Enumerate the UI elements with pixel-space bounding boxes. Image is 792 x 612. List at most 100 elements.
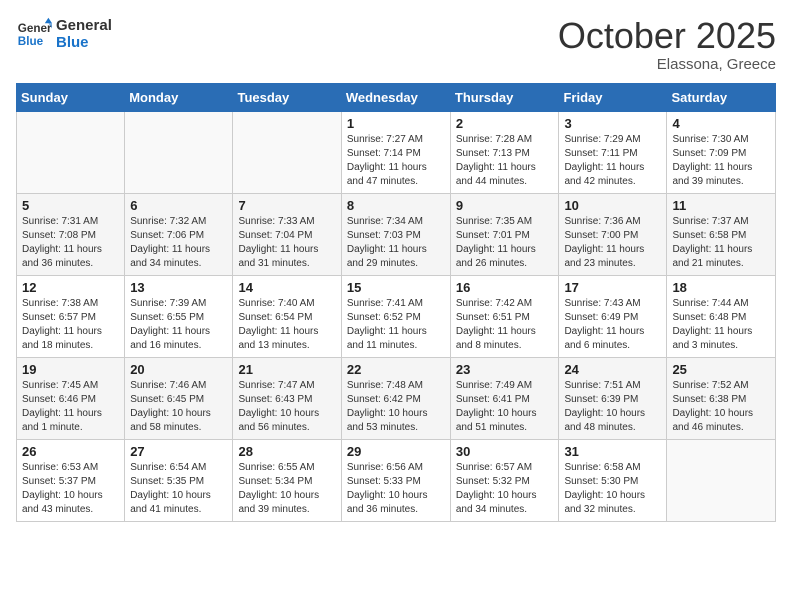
- calendar-day-cell: 24Sunrise: 7:51 AM Sunset: 6:39 PM Dayli…: [559, 357, 667, 439]
- weekday-header: Wednesday: [341, 83, 450, 111]
- day-info: Sunrise: 7:27 AM Sunset: 7:14 PM Dayligh…: [347, 133, 445, 189]
- calendar-day-cell: 29 Sunrise: 6:56 AM Sunset: 5:33 PM Dayli…: [341, 439, 450, 521]
- calendar-week-row: 1 Sunrise: 7:27 AM Sunset: 7:14 PM Daylig…: [17, 111, 776, 193]
- calendar-day-cell: 18Sunrise: 7:44 AM Sunset: 6:48 PM Dayli…: [667, 275, 776, 357]
- calendar-day-cell: [667, 439, 776, 521]
- day-number: 2: [456, 116, 554, 131]
- svg-text:Blue: Blue: [18, 35, 44, 48]
- day-info: Sunrise: 7:46 AM Sunset: 6:45 PM Dayligh…: [130, 379, 227, 435]
- calendar-day-cell: 30 Sunrise: 6:57 AM Sunset: 5:32 PM Dayli…: [450, 439, 559, 521]
- calendar-day-cell: 4 Sunrise: 7:30 AM Sunset: 7:09 PM Daylig…: [667, 111, 776, 193]
- day-info: Sunrise: 7:40 AM Sunset: 6:54 PM Dayligh…: [238, 297, 335, 353]
- day-number: 28: [238, 444, 335, 459]
- day-number: 22: [347, 362, 445, 377]
- day-info: Sunrise: 7:36 AM Sunset: 7:00 PM Dayligh…: [564, 215, 661, 271]
- day-number: 29: [347, 444, 445, 459]
- day-info: Sunrise: 7:30 AM Sunset: 7:09 PM Dayligh…: [672, 133, 770, 189]
- weekday-header: Monday: [125, 83, 233, 111]
- calendar-day-cell: 16Sunrise: 7:42 AM Sunset: 6:51 PM Dayli…: [450, 275, 559, 357]
- day-number: 27: [130, 444, 227, 459]
- day-number: 17: [564, 280, 661, 295]
- day-info: Sunrise: 6:55 AM Sunset: 5:34 PM Dayligh…: [238, 461, 335, 517]
- logo-general: General: [56, 17, 112, 34]
- calendar-header-row: SundayMondayTuesdayWednesdayThursdayFrid…: [17, 83, 776, 111]
- calendar-day-cell: 7 Sunrise: 7:33 AM Sunset: 7:04 PM Daylig…: [233, 193, 341, 275]
- calendar-day-cell: 6 Sunrise: 7:32 AM Sunset: 7:06 PM Daylig…: [125, 193, 233, 275]
- calendar-day-cell: 2 Sunrise: 7:28 AM Sunset: 7:13 PM Daylig…: [450, 111, 559, 193]
- day-number: 19: [22, 362, 119, 377]
- day-info: Sunrise: 7:44 AM Sunset: 6:48 PM Dayligh…: [672, 297, 770, 353]
- day-info: Sunrise: 7:28 AM Sunset: 7:13 PM Dayligh…: [456, 133, 554, 189]
- calendar-day-cell: 1 Sunrise: 7:27 AM Sunset: 7:14 PM Daylig…: [341, 111, 450, 193]
- day-info: Sunrise: 7:39 AM Sunset: 6:55 PM Dayligh…: [130, 297, 227, 353]
- day-number: 14: [238, 280, 335, 295]
- day-info: Sunrise: 7:37 AM Sunset: 6:58 PM Dayligh…: [672, 215, 770, 271]
- calendar-day-cell: 21 Sunrise: 7:47 AM Sunset: 6:43 PM Dayli…: [233, 357, 341, 439]
- day-number: 11: [672, 198, 770, 213]
- calendar-day-cell: 26Sunrise: 6:53 AM Sunset: 5:37 PM Dayli…: [17, 439, 125, 521]
- page-header: General Blue General Blue October 2025 E…: [16, 16, 776, 73]
- calendar-day-cell: 5 Sunrise: 7:31 AM Sunset: 7:08 PM Daylig…: [17, 193, 125, 275]
- calendar-day-cell: 15 Sunrise: 7:41 AM Sunset: 6:52 PM Dayli…: [341, 275, 450, 357]
- day-info: Sunrise: 7:41 AM Sunset: 6:52 PM Dayligh…: [347, 297, 445, 353]
- logo-icon: General Blue: [16, 16, 52, 52]
- day-number: 12: [22, 280, 119, 295]
- calendar-day-cell: 31Sunrise: 6:58 AM Sunset: 5:30 PM Dayli…: [559, 439, 667, 521]
- day-number: 10: [564, 198, 661, 213]
- day-info: Sunrise: 7:48 AM Sunset: 6:42 PM Dayligh…: [347, 379, 445, 435]
- logo-blue: Blue: [56, 34, 112, 51]
- calendar-day-cell: 11 Sunrise: 7:37 AM Sunset: 6:58 PM Dayli…: [667, 193, 776, 275]
- calendar-day-cell: 9 Sunrise: 7:35 AM Sunset: 7:01 PM Daylig…: [450, 193, 559, 275]
- day-number: 9: [456, 198, 554, 213]
- calendar-day-cell: [233, 111, 341, 193]
- day-info: Sunrise: 6:56 AM Sunset: 5:33 PM Dayligh…: [347, 461, 445, 517]
- calendar-day-cell: 10 Sunrise: 7:36 AM Sunset: 7:00 PM Dayli…: [559, 193, 667, 275]
- weekday-header: Saturday: [667, 83, 776, 111]
- day-number: 7: [238, 198, 335, 213]
- calendar-day-cell: 22 Sunrise: 7:48 AM Sunset: 6:42 PM Dayli…: [341, 357, 450, 439]
- day-info: Sunrise: 6:54 AM Sunset: 5:35 PM Dayligh…: [130, 461, 227, 517]
- calendar-day-cell: 3Sunrise: 7:29 AM Sunset: 7:11 PM Daylig…: [559, 111, 667, 193]
- day-number: 21: [238, 362, 335, 377]
- day-info: Sunrise: 7:43 AM Sunset: 6:49 PM Dayligh…: [564, 297, 661, 353]
- day-number: 16: [456, 280, 554, 295]
- day-info: Sunrise: 6:53 AM Sunset: 5:37 PM Dayligh…: [22, 461, 119, 517]
- calendar-day-cell: 17 Sunrise: 7:43 AM Sunset: 6:49 PM Dayli…: [559, 275, 667, 357]
- calendar-week-row: 12 Sunrise: 7:38 AM Sunset: 6:57 PM Dayli…: [17, 275, 776, 357]
- calendar-day-cell: [17, 111, 125, 193]
- day-number: 15: [347, 280, 445, 295]
- day-info: Sunrise: 7:31 AM Sunset: 7:08 PM Dayligh…: [22, 215, 119, 271]
- day-number: 5: [22, 198, 119, 213]
- day-number: 13: [130, 280, 227, 295]
- day-info: Sunrise: 7:38 AM Sunset: 6:57 PM Dayligh…: [22, 297, 119, 353]
- day-number: 4: [672, 116, 770, 131]
- calendar-day-cell: 12 Sunrise: 7:38 AM Sunset: 6:57 PM Dayli…: [17, 275, 125, 357]
- day-info: Sunrise: 7:32 AM Sunset: 7:06 PM Dayligh…: [130, 215, 227, 271]
- day-info: Sunrise: 7:33 AM Sunset: 7:04 PM Dayligh…: [238, 215, 335, 271]
- weekday-header: Thursday: [450, 83, 559, 111]
- day-info: Sunrise: 7:45 AM Sunset: 6:46 PM Dayligh…: [22, 379, 119, 435]
- calendar-day-cell: [125, 111, 233, 193]
- day-info: Sunrise: 7:35 AM Sunset: 7:01 PM Dayligh…: [456, 215, 554, 271]
- logo: General Blue General Blue: [16, 16, 112, 52]
- day-number: 6: [130, 198, 227, 213]
- day-number: 30: [456, 444, 554, 459]
- title-block: October 2025 Elassona, Greece: [558, 16, 776, 73]
- day-info: Sunrise: 7:47 AM Sunset: 6:43 PM Dayligh…: [238, 379, 335, 435]
- day-info: Sunrise: 7:52 AM Sunset: 6:38 PM Dayligh…: [672, 379, 770, 435]
- day-info: Sunrise: 7:34 AM Sunset: 7:03 PM Dayligh…: [347, 215, 445, 271]
- weekday-header: Sunday: [17, 83, 125, 111]
- calendar-day-cell: 19 Sunrise: 7:45 AM Sunset: 6:46 PM Dayli…: [17, 357, 125, 439]
- calendar-day-cell: 28 Sunrise: 6:55 AM Sunset: 5:34 PM Dayli…: [233, 439, 341, 521]
- weekday-header: Friday: [559, 83, 667, 111]
- day-number: 24: [564, 362, 661, 377]
- day-info: Sunrise: 7:49 AM Sunset: 6:41 PM Dayligh…: [456, 379, 554, 435]
- calendar-day-cell: 14 Sunrise: 7:40 AM Sunset: 6:54 PM Dayli…: [233, 275, 341, 357]
- calendar-table: SundayMondayTuesdayWednesdayThursdayFrid…: [16, 83, 776, 522]
- day-number: 1: [347, 116, 445, 131]
- day-info: Sunrise: 6:57 AM Sunset: 5:32 PM Dayligh…: [456, 461, 554, 517]
- calendar-week-row: 19 Sunrise: 7:45 AM Sunset: 6:46 PM Dayli…: [17, 357, 776, 439]
- day-number: 20: [130, 362, 227, 377]
- calendar-week-row: 5 Sunrise: 7:31 AM Sunset: 7:08 PM Daylig…: [17, 193, 776, 275]
- calendar-day-cell: 27 Sunrise: 6:54 AM Sunset: 5:35 PM Dayli…: [125, 439, 233, 521]
